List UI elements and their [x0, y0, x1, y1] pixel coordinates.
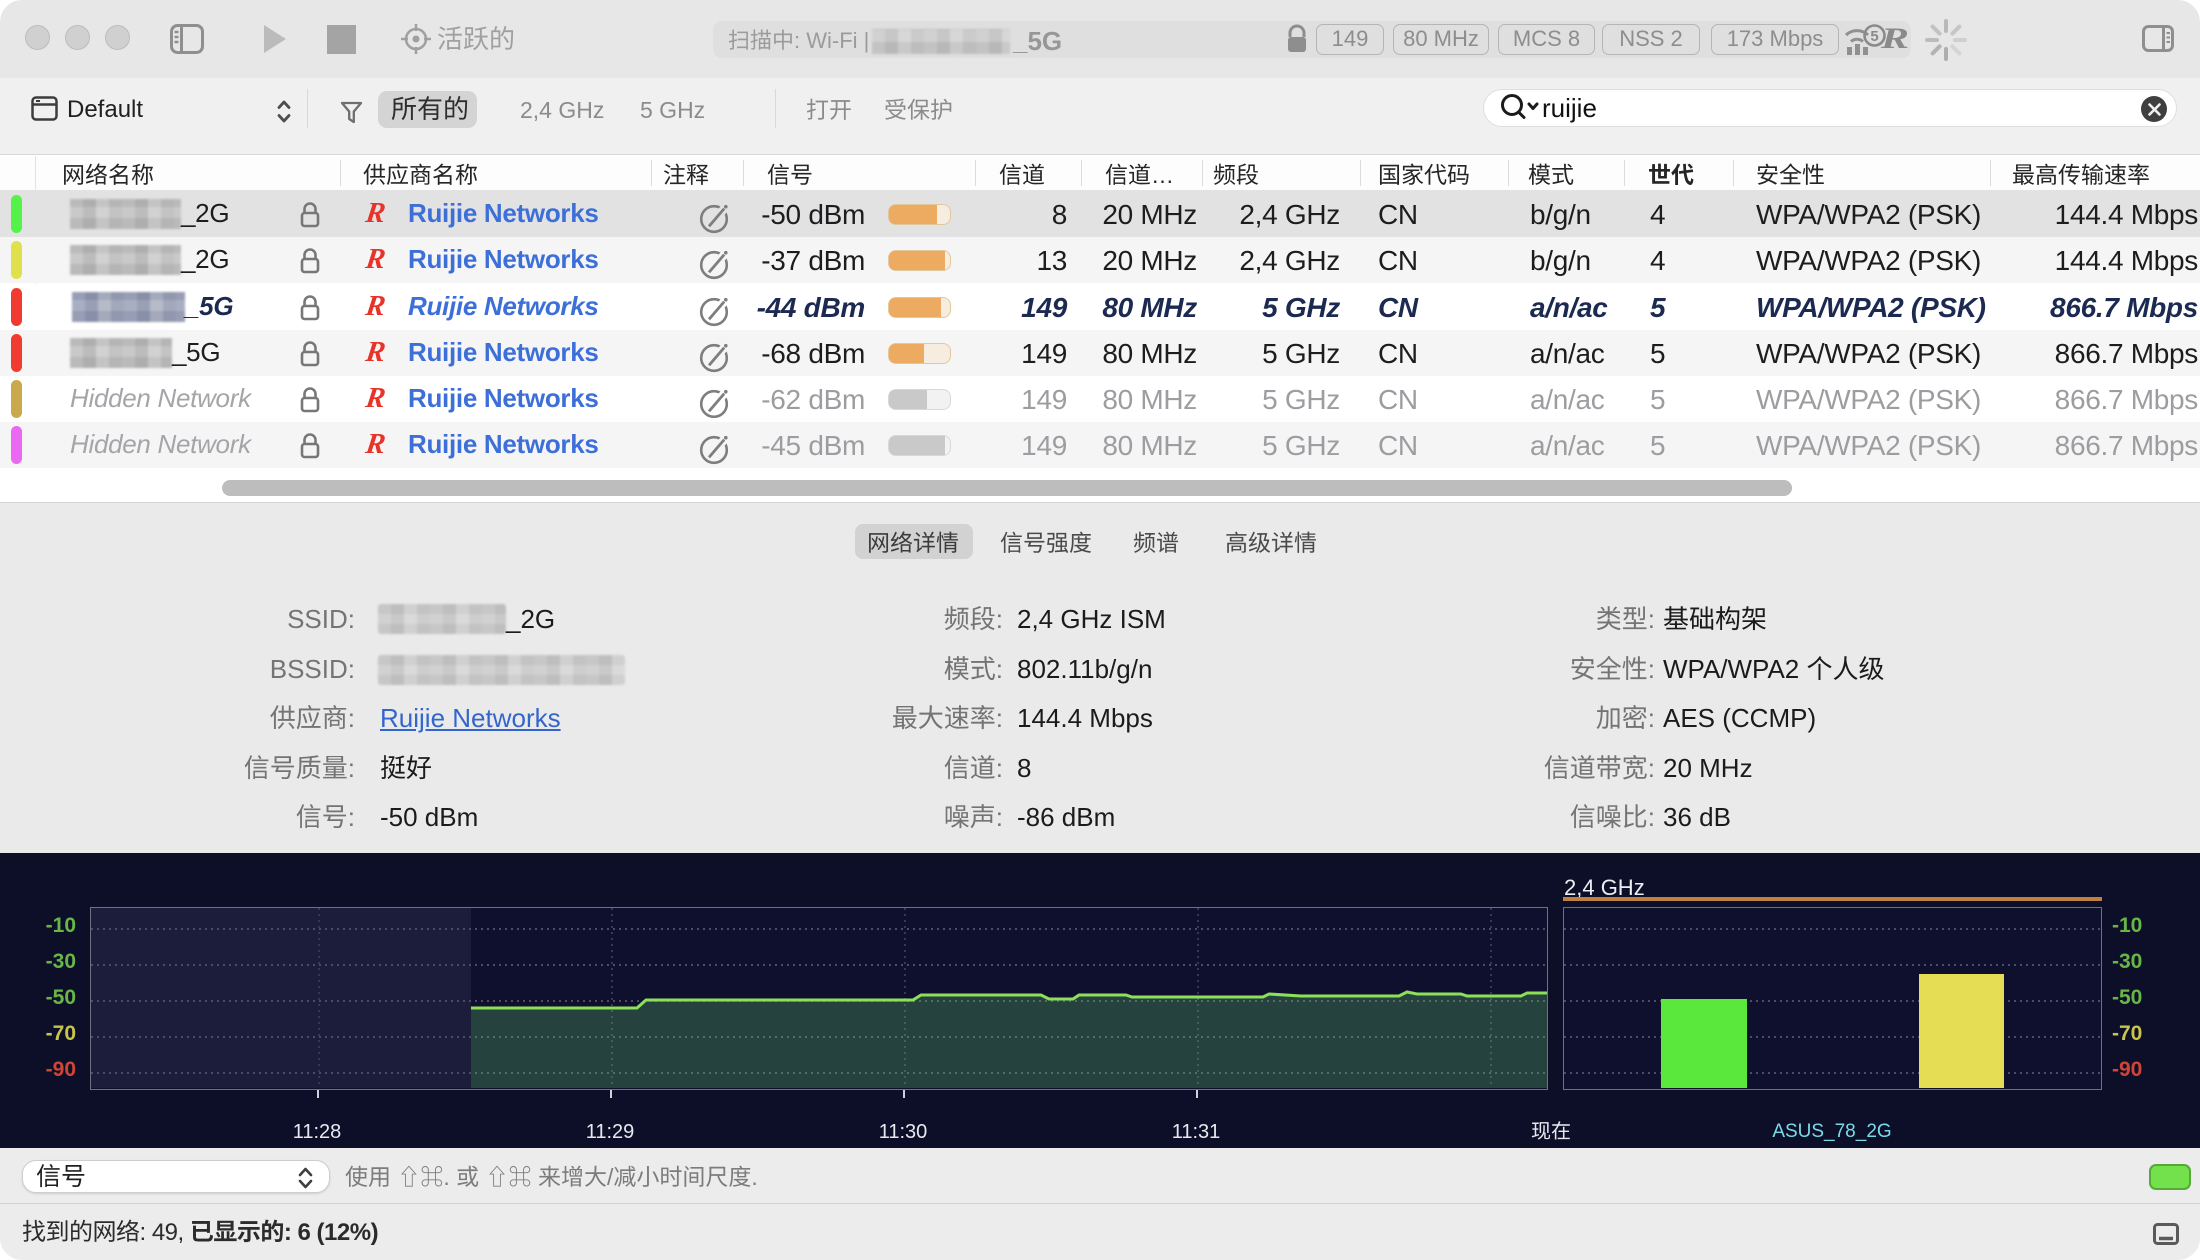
svg-text:5: 5: [1870, 28, 1878, 45]
